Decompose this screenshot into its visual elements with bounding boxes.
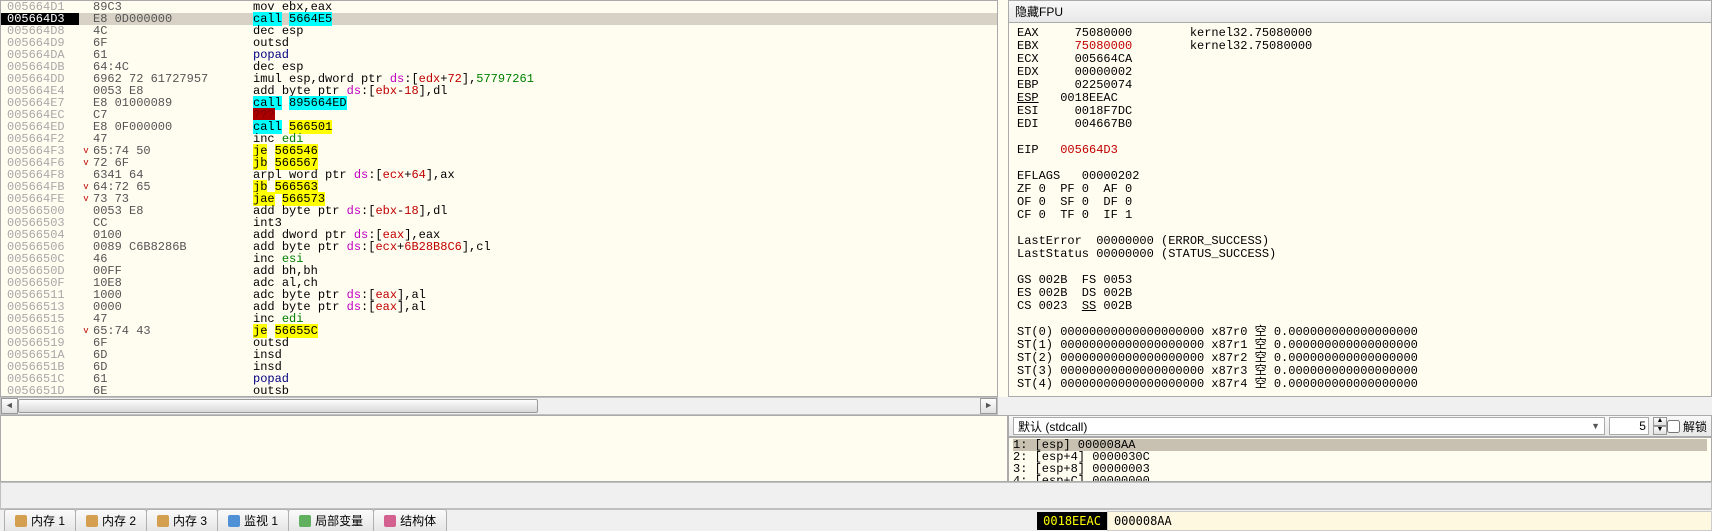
disasm-row[interactable]: 005664EDE8 0F000000call 566501 (1, 121, 997, 133)
disasm-row[interactable]: 0056651C61popad (1, 373, 997, 385)
disasm-row[interactable]: 005664E7E8 01000089call 895664ED (1, 97, 997, 109)
info-panel (0, 415, 1008, 482)
disasm-row[interactable]: 005665000053 E8add byte ptr ds:[ebx-18],… (1, 205, 997, 217)
disasm-row[interactable]: 005664D96Foutsd (1, 37, 997, 49)
disasm-hscrollbar[interactable]: ◄ ► (0, 397, 998, 415)
scroll-right-button[interactable]: ► (980, 398, 997, 414)
disasm-row[interactable]: 0056651D6Eoutsb (1, 385, 997, 397)
tab-icon (157, 515, 169, 527)
disasm-row[interactable]: 005664DD6962 72 61727957imul esp,dword p… (1, 73, 997, 85)
disasm-row[interactable]: 005665111000adc byte ptr ds:[eax],al (1, 289, 997, 301)
tab-3[interactable]: 监视 1 (217, 509, 289, 531)
tab-icon (86, 515, 98, 527)
unlock-checkbox[interactable]: 解锁 (1667, 418, 1707, 435)
arg-count-input[interactable]: 5 (1609, 417, 1649, 435)
chevron-down-icon: ▼ (1591, 421, 1600, 431)
bottom-bar: 内存 1内存 2内存 3监视 1局部变量结构体 0018EEAC 000008A… (0, 509, 1712, 531)
tab-0[interactable]: 内存 1 (4, 509, 76, 531)
disasm-row[interactable]: 0056650D00FFadd bh,bh (1, 265, 997, 277)
calling-convention-select[interactable]: 默认 (stdcall) ▼ (1013, 417, 1605, 435)
disasm-row[interactable]: 0056650C46inc esi (1, 253, 997, 265)
disasm-row[interactable]: 00566516v65:74 43je 56655C (1, 325, 997, 337)
tab-icon (15, 515, 27, 527)
hide-fpu-button[interactable]: 隐藏FPU (1009, 1, 1711, 23)
tab-icon (299, 515, 311, 527)
disasm-row[interactable]: 005664F3v65:74 50je 566546 (1, 145, 997, 157)
status-value: 000008AA (1107, 511, 1712, 531)
tab-5[interactable]: 结构体 (373, 509, 447, 531)
disasm-row[interactable]: 0056650F10E8adc al,ch (1, 277, 997, 289)
tab-1[interactable]: 内存 2 (75, 509, 147, 531)
disasm-row[interactable]: 005664FEv73 73jae 566573 (1, 193, 997, 205)
tab-icon (228, 515, 240, 527)
disasm-row[interactable]: 0056651A6Dinsd (1, 349, 997, 361)
disasm-row[interactable]: 0056651B6Dinsd (1, 361, 997, 373)
tab-4[interactable]: 局部变量 (288, 509, 374, 531)
disasm-row[interactable]: 005665196Foutsd (1, 337, 997, 349)
disasm-row[interactable]: 005665130000add byte ptr ds:[eax],al (1, 301, 997, 313)
arg-count-spinner[interactable]: ▲▼ (1653, 417, 1667, 435)
tab-2[interactable]: 内存 3 (146, 509, 218, 531)
unlock-checkbox-input[interactable] (1667, 420, 1680, 433)
scroll-left-button[interactable]: ◄ (1, 398, 18, 414)
calling-convention-bar: 默认 (stdcall) ▼ 5 ▲▼ 解锁 (1008, 415, 1712, 437)
tab-strip: 内存 1内存 2内存 3监视 1局部变量结构体 (0, 510, 446, 531)
disasm-row[interactable]: 005664FBv64:72 65jb 566563 (1, 181, 997, 193)
register-values[interactable]: EAX 75080000 kernel32.75080000 EBX 75080… (1009, 23, 1711, 395)
scroll-thumb[interactable] (18, 399, 538, 413)
disassembly-panel[interactable]: 005664D189C3mov ebx,eax005664D3E8 0D0000… (0, 0, 998, 397)
disasm-row[interactable]: 005665060089 C6B8286Badd byte ptr ds:[ec… (1, 241, 997, 253)
disasm-row[interactable]: 005664F6v72 6Fjb 566567 (1, 157, 997, 169)
stack-args-list[interactable]: 1: [esp] 000008AA2: [esp+4] 0000030C3: [… (1008, 437, 1712, 482)
status-address: 0018EEAC (1037, 512, 1107, 530)
registers-panel: 隐藏FPU EAX 75080000 kernel32.75080000 EBX… (1008, 0, 1712, 397)
disasm-row[interactable]: 00566503CCint3 (1, 217, 997, 229)
tab-icon (384, 515, 396, 527)
disasm-row[interactable]: 005664D3E8 0D000000call 5664E5 (1, 13, 997, 25)
disasm-row[interactable]: 005664DA61popad (1, 49, 997, 61)
disasm-row[interactable]: 005664D84Cdec esp (1, 25, 997, 37)
